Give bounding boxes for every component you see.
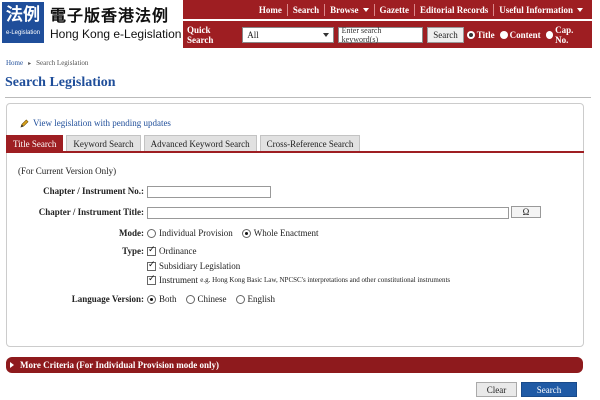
radio-content[interactable]: Content	[499, 29, 541, 40]
radio-unselected-icon	[147, 228, 156, 238]
radio-unselected-icon	[499, 30, 508, 39]
more-criteria-label: More Criteria (For Individual Provision …	[20, 360, 219, 370]
dropdown-arrow-icon	[322, 32, 329, 37]
quick-search-button[interactable]: Search	[427, 26, 464, 43]
pencil-icon	[20, 119, 29, 128]
radio-content-label: Content	[509, 29, 541, 40]
language-english-label: English	[247, 294, 276, 304]
mode-individual-provision[interactable]: Individual Provision	[147, 228, 233, 238]
search-button[interactable]: Search	[521, 382, 577, 397]
radio-unselected-icon	[185, 294, 195, 304]
language-radio-group: Both Chinese English	[147, 294, 284, 304]
quick-search-bar: Quick Search All Enter search keyword(s)…	[183, 21, 592, 48]
radio-unselected-icon	[235, 294, 245, 304]
tab-advanced-keyword-search[interactable]: Advanced Keyword Search	[143, 135, 257, 152]
tab-cross-reference-search[interactable]: Cross-Reference Search	[259, 135, 361, 152]
type-ordinance-checkbox[interactable]: Ordinance	[147, 245, 197, 256]
type-instrument-checkbox[interactable]: Instrument e.g. Hong Kong Basic Law, NPC…	[147, 274, 451, 285]
breadcrumb-home[interactable]: Home	[6, 59, 23, 67]
tab-title-search[interactable]: Title Search	[6, 135, 64, 152]
checkbox-checked-icon	[147, 245, 156, 256]
site-brand[interactable]: 電子版香港法例 Hong Kong e-Legislation	[50, 6, 181, 42]
title-input[interactable]	[147, 207, 509, 219]
mode-whole-enactment[interactable]: Whole Enactment	[241, 228, 319, 238]
site-logo[interactable]: 法例 e-Legislation	[2, 2, 44, 43]
mode-radio-group: Individual Provision Whole Enactment	[147, 228, 327, 238]
type-label: Type:	[122, 246, 144, 256]
search-tabs: Title Search Keyword Search Advanced Key…	[6, 135, 361, 152]
pending-updates-link[interactable]: View legislation with pending updates	[20, 118, 171, 128]
type-subsidiary-checkbox[interactable]: Subsidiary Legislation	[147, 260, 241, 271]
language-chinese-label: Chinese	[197, 294, 227, 304]
nav-editorial-records[interactable]: Editorial Records	[415, 0, 493, 19]
mode-individual-label: Individual Provision	[159, 228, 233, 238]
mode-label: Mode:	[119, 228, 144, 238]
site-title-english: Hong Kong e-Legislation	[50, 27, 182, 41]
type-subsidiary-label: Subsidiary Legislation	[159, 261, 241, 271]
chevron-down-icon	[577, 7, 583, 12]
title-label: Chapter / Instrument Title:	[38, 207, 144, 217]
language-chinese[interactable]: Chinese	[185, 294, 227, 304]
type-instrument-note: e.g. Hong Kong Basic Law, NPCSC's interp…	[200, 276, 451, 284]
site-title-chinese: 電子版香港法例	[50, 6, 170, 25]
quick-search-scope-select[interactable]: All	[242, 26, 334, 43]
nav-gazette[interactable]: Gazette	[375, 0, 414, 19]
nav-useful-information[interactable]: Useful Information	[494, 0, 588, 19]
quick-search-label: Quick Search	[187, 24, 214, 45]
tab-keyword-search[interactable]: Keyword Search	[66, 135, 141, 152]
nav-browse-label: Browse	[330, 4, 359, 15]
scope-value: All	[247, 29, 259, 40]
chevron-down-icon	[362, 7, 369, 12]
expand-arrow-icon	[10, 362, 14, 368]
quick-search-input[interactable]: Enter search keyword(s)	[337, 26, 424, 44]
type-ordinance-label: Ordinance	[159, 246, 197, 256]
logo-chinese: 法例	[6, 5, 40, 25]
radio-selected-icon	[241, 228, 251, 238]
breadcrumb: Home ▸ Search Legislation	[6, 59, 88, 67]
radio-title[interactable]: Title	[466, 29, 495, 40]
pending-updates-label: View legislation with pending updates	[33, 118, 171, 128]
special-character-button[interactable]: Ω	[511, 206, 541, 218]
nav-home[interactable]: Home	[254, 0, 287, 19]
page-title: Search Legislation	[5, 75, 116, 90]
radio-selected-icon	[466, 30, 475, 39]
radio-title-label: Title	[476, 29, 495, 40]
breadcrumb-current: Search Legislation	[36, 59, 89, 67]
checkbox-checked-icon	[147, 274, 156, 285]
nav-browse[interactable]: Browse	[325, 0, 373, 19]
type-instrument-label: Instrument	[159, 275, 198, 285]
chapter-input[interactable]	[147, 186, 271, 198]
radio-selected-icon	[147, 294, 156, 304]
top-navigation: Home Search Browse Gazette Editorial Rec…	[183, 0, 592, 19]
radio-unselected-icon	[545, 30, 554, 39]
version-note: (For Current Version Only)	[18, 166, 117, 176]
checkbox-checked-icon	[147, 260, 156, 271]
radio-cap-no-label: Cap. No.	[555, 24, 574, 45]
chapter-label: Chapter / Instrument No.:	[43, 186, 144, 196]
language-both-label: Both	[159, 294, 177, 304]
breadcrumb-arrow-icon: ▸	[28, 60, 32, 67]
title-divider	[5, 97, 591, 98]
logo-english: e-Legislation	[5, 30, 41, 36]
nav-search[interactable]: Search	[288, 0, 324, 19]
tab-underline	[6, 151, 584, 153]
clear-button[interactable]: Clear	[476, 382, 517, 397]
mode-whole-label: Whole Enactment	[253, 228, 319, 238]
nav-useful-information-label: Useful Information	[499, 4, 573, 15]
language-label: Language Version:	[71, 294, 144, 304]
language-english[interactable]: English	[235, 294, 276, 304]
more-criteria-toggle[interactable]: More Criteria (For Individual Provision …	[6, 357, 583, 373]
language-both[interactable]: Both	[147, 294, 177, 304]
radio-cap-no[interactable]: Cap. No.	[545, 24, 587, 45]
